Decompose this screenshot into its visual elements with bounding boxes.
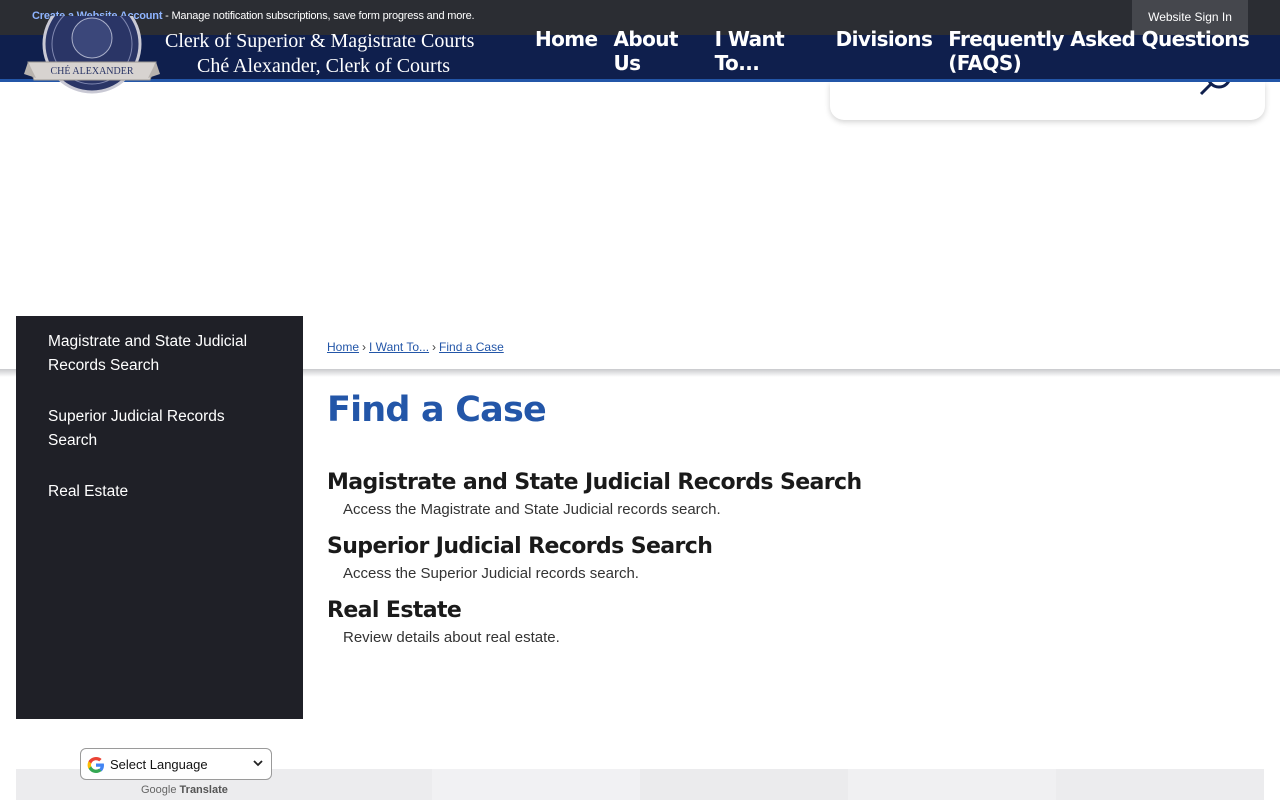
list-item: Superior Judicial Records Search Access … bbox=[327, 534, 1227, 582]
breadcrumb-find-a-case[interactable]: Find a Case bbox=[439, 340, 504, 354]
footer-tile bbox=[848, 769, 1056, 800]
breadcrumb: Home › I Want To... › Find a Case bbox=[327, 340, 1227, 354]
list-item-description: Access the Superior Judicial records sea… bbox=[343, 565, 639, 582]
list-item: Real Estate Review details about real es… bbox=[327, 598, 1227, 646]
google-label: Google bbox=[141, 784, 177, 796]
search-panel[interactable] bbox=[830, 74, 1265, 120]
breadcrumb-i-want-to[interactable]: I Want To... bbox=[369, 340, 429, 354]
sidebar-item-superior-records[interactable]: Superior Judicial Records Search bbox=[48, 405, 271, 453]
footer-tile bbox=[640, 769, 848, 800]
clerk-seal-logo[interactable]: CHÉ ALEXANDER bbox=[24, 16, 160, 106]
breadcrumb-separator: › bbox=[432, 340, 437, 354]
powered-by-google-translate: Google Translate bbox=[141, 784, 228, 796]
breadcrumb-separator: › bbox=[362, 340, 367, 354]
svg-text:CHÉ ALEXANDER: CHÉ ALEXANDER bbox=[50, 65, 133, 77]
site-title[interactable]: Clerk of Superior & Magistrate Courts Ch… bbox=[165, 29, 474, 79]
language-select-label: Select Language bbox=[110, 757, 208, 772]
sidebar-nav: Magistrate and State Judicial Records Se… bbox=[16, 316, 303, 719]
list-item-description: Review details about real estate. bbox=[343, 629, 560, 646]
magistrate-state-records-link[interactable]: Magistrate and State Judicial Records Se… bbox=[327, 470, 1227, 495]
google-g-icon bbox=[87, 757, 104, 773]
notification-text: - Manage notification subscriptions, sav… bbox=[162, 10, 475, 22]
site-title-line1: Clerk of Superior & Magistrate Courts bbox=[165, 30, 475, 52]
site-title-line2: Ché Alexander, Clerk of Courts bbox=[197, 55, 451, 77]
main-content: Home › I Want To... › Find a Case Find a Cas… bbox=[327, 340, 1227, 662]
nav-about-us[interactable]: About Us bbox=[613, 27, 698, 75]
nav-home[interactable]: Home bbox=[535, 27, 598, 75]
sidebar-item-magistrate-state-records[interactable]: Magistrate and State Judicial Records Se… bbox=[48, 330, 271, 378]
nav-faqs[interactable]: Frequently Asked Questions (FAQS) bbox=[948, 27, 1280, 75]
list-item: Magistrate and State Judicial Records Se… bbox=[327, 470, 1227, 518]
superior-records-link[interactable]: Superior Judicial Records Search bbox=[327, 534, 1227, 559]
case-search-list: Magistrate and State Judicial Records Se… bbox=[327, 470, 1227, 646]
language-select[interactable]: Select Language bbox=[80, 748, 272, 780]
translate-label: Translate bbox=[179, 784, 228, 796]
footer-tile bbox=[432, 769, 640, 800]
real-estate-link[interactable]: Real Estate bbox=[327, 598, 1227, 623]
breadcrumb-home[interactable]: Home bbox=[327, 340, 359, 354]
sidebar-item-real-estate[interactable]: Real Estate bbox=[48, 480, 271, 504]
list-item-description: Access the Magistrate and State Judicial… bbox=[343, 501, 721, 518]
page-title: Find a Case bbox=[327, 390, 547, 430]
nav-i-want-to[interactable]: I Want To... bbox=[715, 27, 820, 75]
footer-tile bbox=[1056, 769, 1264, 800]
chevron-down-icon bbox=[253, 760, 263, 767]
nav-divisions[interactable]: Divisions bbox=[836, 27, 933, 75]
main-navigation: Home About Us I Want To... Divisions Fre… bbox=[535, 27, 1280, 75]
